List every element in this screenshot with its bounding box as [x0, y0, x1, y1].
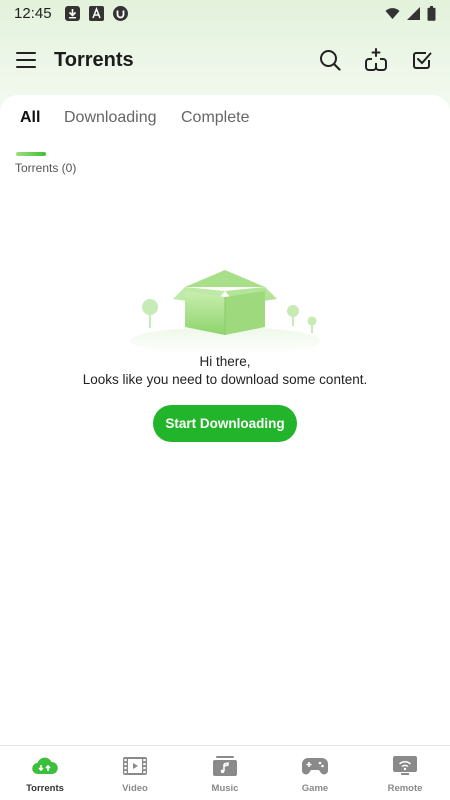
start-downloading-button[interactable]: Start Downloading — [153, 405, 297, 442]
bottom-nav: Torrents Video Music Game Remote — [0, 745, 450, 800]
gamepad-icon — [302, 755, 328, 777]
app-actions — [318, 48, 434, 72]
menu-button[interactable] — [16, 49, 38, 71]
status-bar: 12:45 — [0, 0, 450, 26]
nav-item-game[interactable]: Game — [270, 746, 360, 800]
nav-item-torrents[interactable]: Torrents — [0, 746, 90, 800]
nav-label-video: Video — [122, 783, 148, 794]
empty-state-message: Hi there, Looks like you need to downloa… — [0, 353, 450, 389]
nav-label-remote: Remote — [387, 783, 423, 794]
cloud-download-icon — [32, 755, 58, 777]
film-icon — [122, 755, 148, 777]
empty-state-line2: Looks like you need to download some con… — [82, 372, 368, 387]
music-icon — [212, 755, 238, 777]
search-icon — [320, 50, 341, 71]
tab-complete[interactable]: Complete — [181, 109, 249, 127]
utorrent-icon — [112, 5, 128, 21]
search-button[interactable] — [318, 48, 342, 72]
tab-bar: All Downloading Complete — [0, 109, 450, 156]
torrents-count-label: Torrents (0) — [15, 161, 77, 175]
font-app-icon — [88, 5, 104, 21]
app-bar: Torrents — [0, 36, 450, 84]
nav-item-music[interactable]: Music — [180, 746, 270, 800]
status-left: 12:45 — [14, 5, 128, 22]
menu-icon — [16, 52, 36, 68]
tab-downloading[interactable]: Downloading — [64, 109, 157, 127]
add-torrent-button[interactable] — [364, 48, 388, 72]
select-button[interactable] — [410, 48, 434, 72]
page-title: Torrents — [54, 48, 134, 71]
download-notification-icon — [64, 5, 80, 21]
status-time: 12:45 — [14, 4, 52, 22]
battery-icon — [427, 5, 436, 21]
status-right — [385, 5, 436, 21]
tab-all[interactable]: All — [20, 109, 40, 127]
wifi-icon — [385, 6, 400, 21]
empty-box-illustration — [130, 270, 320, 355]
add-torrent-icon — [365, 48, 387, 71]
select-check-icon — [413, 52, 432, 69]
nav-item-video[interactable]: Video — [90, 746, 180, 800]
nav-label-torrents: Torrents — [26, 783, 64, 794]
content-panel: All Downloading Complete Torrents (0) Hi… — [0, 95, 450, 745]
empty-state-line1: Hi there, — [199, 354, 251, 369]
cell-signal-icon — [406, 6, 421, 21]
remote-icon — [392, 755, 418, 777]
nav-label-music: Music — [211, 783, 239, 794]
nav-label-game: Game — [301, 783, 329, 794]
nav-item-remote[interactable]: Remote — [360, 746, 450, 800]
active-tab-indicator — [16, 152, 46, 156]
